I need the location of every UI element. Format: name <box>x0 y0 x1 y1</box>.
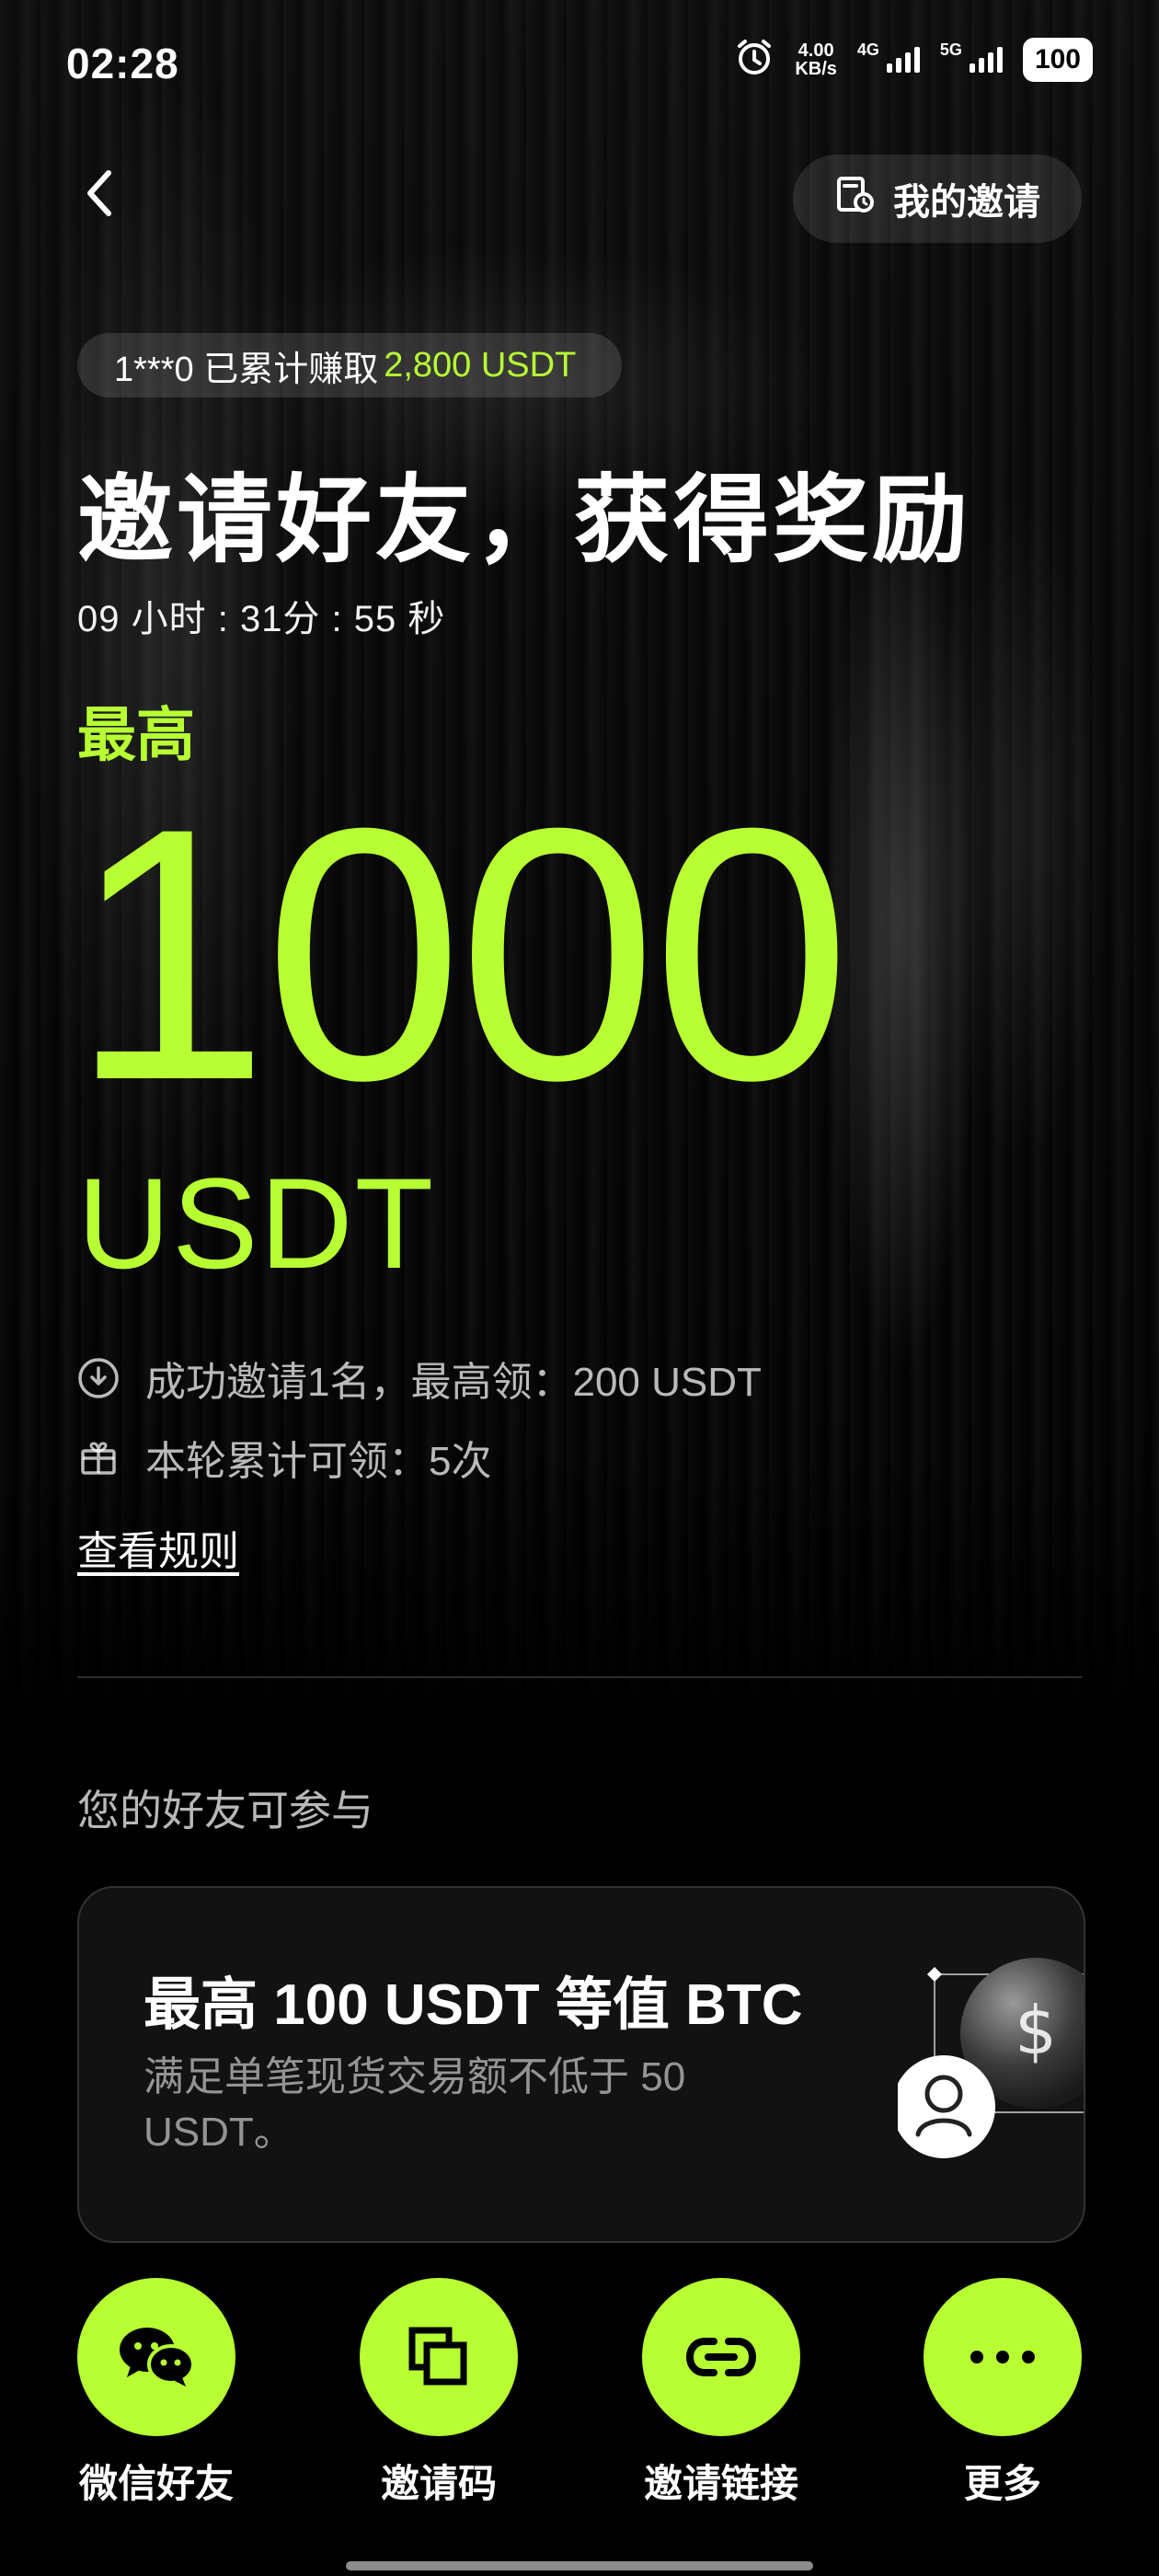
friend-reward-desc: 满足单笔现货交易额不低于 50 USDT。 <box>143 2054 686 2155</box>
signal-4g-icon: 4G <box>857 40 920 73</box>
round-total-text: 本轮累计可领：5次 <box>145 1439 492 1484</box>
share-more[interactable]: 更多 <box>924 2278 1082 2509</box>
share-more-button[interactable] <box>924 2278 1082 2436</box>
signal-5g-icon: 5G <box>940 40 1003 73</box>
reward-illustration-icon: $ <box>898 1958 1084 2158</box>
chevron-left-icon <box>87 170 111 216</box>
section-divider <box>77 1676 1082 1678</box>
page-title: 邀请好友，获得奖励 <box>77 467 972 574</box>
my-invite-label: 我的邀请 <box>893 182 1040 223</box>
share-invite-link-label: 邀请链接 <box>643 2462 798 2505</box>
invite-record-icon <box>834 174 875 224</box>
friend-reward-title: 最高 100 USDT 等值 BTC <box>143 1973 803 2037</box>
gift-icon <box>77 1436 120 1478</box>
home-indicator[interactable] <box>346 2561 813 2570</box>
friends-section-title: 您的好友可参与 <box>77 1787 373 1834</box>
share-invite-code-button[interactable] <box>360 2278 518 2436</box>
network-speed: 4.00 KB/s <box>795 40 837 79</box>
more-icon <box>970 2351 1035 2363</box>
share-wechat[interactable]: 微信好友 <box>77 2278 235 2509</box>
svg-text:$: $ <box>1015 1992 1057 2069</box>
copy-icon <box>408 2327 467 2386</box>
share-invite-link-button[interactable] <box>642 2278 800 2436</box>
countdown-timer: 09 小时 : 31分 : 55 秒 <box>77 599 446 639</box>
earned-ticker: 1***0 已累计赚取 2,800 USDT <box>77 333 623 397</box>
round-total-info: 本轮累计可领：5次 <box>77 1428 491 1487</box>
status-time: 02:28 <box>66 40 179 87</box>
share-more-label: 更多 <box>963 2462 1041 2505</box>
back-button[interactable] <box>81 166 118 221</box>
max-reward-amount: 1000 <box>70 753 852 1155</box>
share-wechat-label: 微信好友 <box>78 2462 234 2505</box>
wechat-icon <box>120 2328 195 2386</box>
battery-indicator: 100 <box>1022 37 1093 82</box>
per-invite-text: 成功邀请1名，最高领：200 USDT <box>145 1360 762 1405</box>
alarm-icon <box>734 37 775 82</box>
view-rules-link[interactable]: 查看规则 <box>77 1518 239 1577</box>
my-invite-button[interactable]: 我的邀请 <box>793 155 1082 243</box>
earned-amount: 2,800 USDT <box>384 345 577 385</box>
earned-prefix: 1***0 已累计赚取 <box>114 350 379 389</box>
reward-unit: USDT <box>77 1151 436 1295</box>
share-wechat-button[interactable] <box>77 2278 235 2436</box>
friend-reward-card[interactable]: 最高 100 USDT 等值 BTC 满足单笔现货交易额不低于 50 USDT。… <box>77 1886 1085 2243</box>
share-invite-code[interactable]: 邀请码 <box>360 2278 518 2509</box>
link-icon <box>685 2338 757 2376</box>
share-invite-link[interactable]: 邀请链接 <box>642 2278 800 2509</box>
share-invite-code-label: 邀请码 <box>380 2462 497 2505</box>
per-invite-info: 成功邀请1名，最高领：200 USDT <box>77 1349 762 1408</box>
download-icon <box>77 1357 120 1399</box>
status-icons: 4.00 KB/s 4G 5G 100 <box>734 37 1093 82</box>
